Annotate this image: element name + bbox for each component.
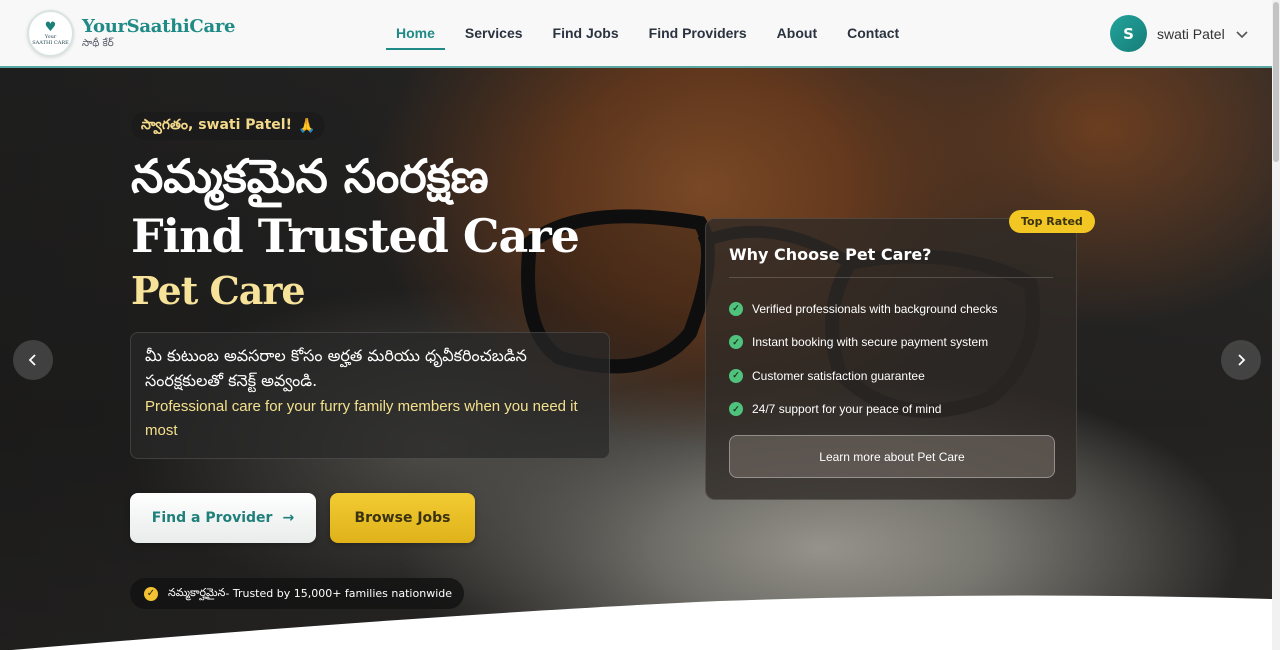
feature-text: Verified professionals with background c… — [752, 301, 998, 316]
arrow-right-icon: → — [282, 510, 295, 526]
hero-banner: స్వాగతం, swati Patel! 🙏 నమ్మకమైన సంరక్షణ… — [0, 68, 1272, 650]
brand-subtitle: సాథీ కేర్ — [82, 38, 114, 49]
check-icon: ✓ — [729, 368, 743, 383]
find-provider-button[interactable]: Find a Provider → — [130, 493, 316, 543]
hero-heading-telugu: నమ్మకమైన సంరక్షణ — [131, 149, 489, 203]
hero-description: మీ కుటుంబ అవసరాల కోసం అర్హత మరియు ధృవీకర… — [130, 332, 610, 459]
hero-heading: Find Trusted Care — [131, 209, 580, 263]
description-telugu: మీ కుటుంబ అవసరాల కోసం అర్హత మరియు ధృవీకర… — [145, 346, 527, 390]
nav-about[interactable]: About — [777, 0, 817, 66]
why-card-title: Why Choose Pet Care? — [729, 241, 1053, 278]
check-icon: ✓ — [729, 402, 743, 417]
logo-badge-line2: SAATHI CARE — [32, 39, 69, 46]
heart-icon: ♥ — [44, 19, 57, 35]
feature-text: 24/7 support for your peace of mind — [752, 402, 942, 417]
description-english: Professional care for your furry family … — [145, 398, 578, 439]
praying-hands-icon: 🙏 — [297, 118, 316, 134]
hero-category: Pet Care — [131, 268, 306, 313]
main-nav: Home Services Find Jobs Find Providers A… — [386, 0, 929, 66]
feature-item: ✓ 24/7 support for your peace of mind — [729, 393, 1053, 427]
navbar: ♥ Your SAATHI CARE YourSaathiCare సాథీ క… — [0, 0, 1272, 68]
feature-item: ✓ Customer satisfaction guarantee — [729, 359, 1053, 393]
welcome-text: స్వాగతం, swati Patel! — [141, 116, 292, 133]
feature-list: ✓ Verified professionals with background … — [729, 292, 1053, 426]
find-provider-label: Find a Provider — [151, 510, 273, 526]
chevron-right-icon — [1238, 354, 1246, 366]
why-choose-card: Why Choose Pet Care? ✓ Verified professio… — [705, 218, 1077, 500]
chevron-left-icon — [28, 354, 36, 366]
learn-more-button[interactable]: Learn more about Pet Care — [729, 435, 1055, 478]
hero-bottom-curve — [11, 595, 1272, 650]
feature-text: Customer satisfaction guarantee — [752, 368, 925, 383]
page-scrollbar[interactable] — [1272, 0, 1280, 650]
brand-title: YourSaathiCare — [82, 16, 236, 37]
logo-badge: ♥ Your SAATHI CARE — [27, 10, 74, 57]
feature-text: Instant booking with secure payment syst… — [752, 335, 989, 350]
brand-logo[interactable]: ♥ Your SAATHI CARE YourSaathiCare సాథీ క… — [27, 10, 235, 57]
user-menu[interactable]: S swati Patel — [1110, 15, 1249, 52]
user-name: swati Patel — [1157, 25, 1225, 42]
nav-services[interactable]: Services — [465, 0, 523, 66]
nav-find-providers[interactable]: Find Providers — [649, 0, 747, 66]
check-icon: ✓ — [729, 335, 743, 350]
nav-contact[interactable]: Contact — [847, 0, 899, 66]
nav-home[interactable]: Home — [386, 0, 445, 66]
avatar: S — [1110, 15, 1147, 52]
check-icon: ✓ — [729, 301, 743, 316]
browse-jobs-label: Browse Jobs — [354, 510, 451, 526]
browse-jobs-button[interactable]: Browse Jobs — [330, 493, 475, 543]
scrollbar-thumb[interactable] — [1273, 2, 1279, 162]
feature-item: ✓ Instant booking with secure payment sys… — [729, 326, 1053, 360]
carousel-prev-button[interactable] — [13, 340, 53, 380]
nav-find-jobs[interactable]: Find Jobs — [553, 0, 619, 66]
top-rated-badge: Top Rated — [1009, 210, 1095, 233]
carousel-next-button[interactable] — [1221, 340, 1261, 380]
feature-item: ✓ Verified professionals with background … — [729, 292, 1053, 326]
chevron-down-icon — [1236, 30, 1248, 38]
welcome-badge: స్వాగతం, swati Patel! 🙏 — [131, 112, 326, 140]
